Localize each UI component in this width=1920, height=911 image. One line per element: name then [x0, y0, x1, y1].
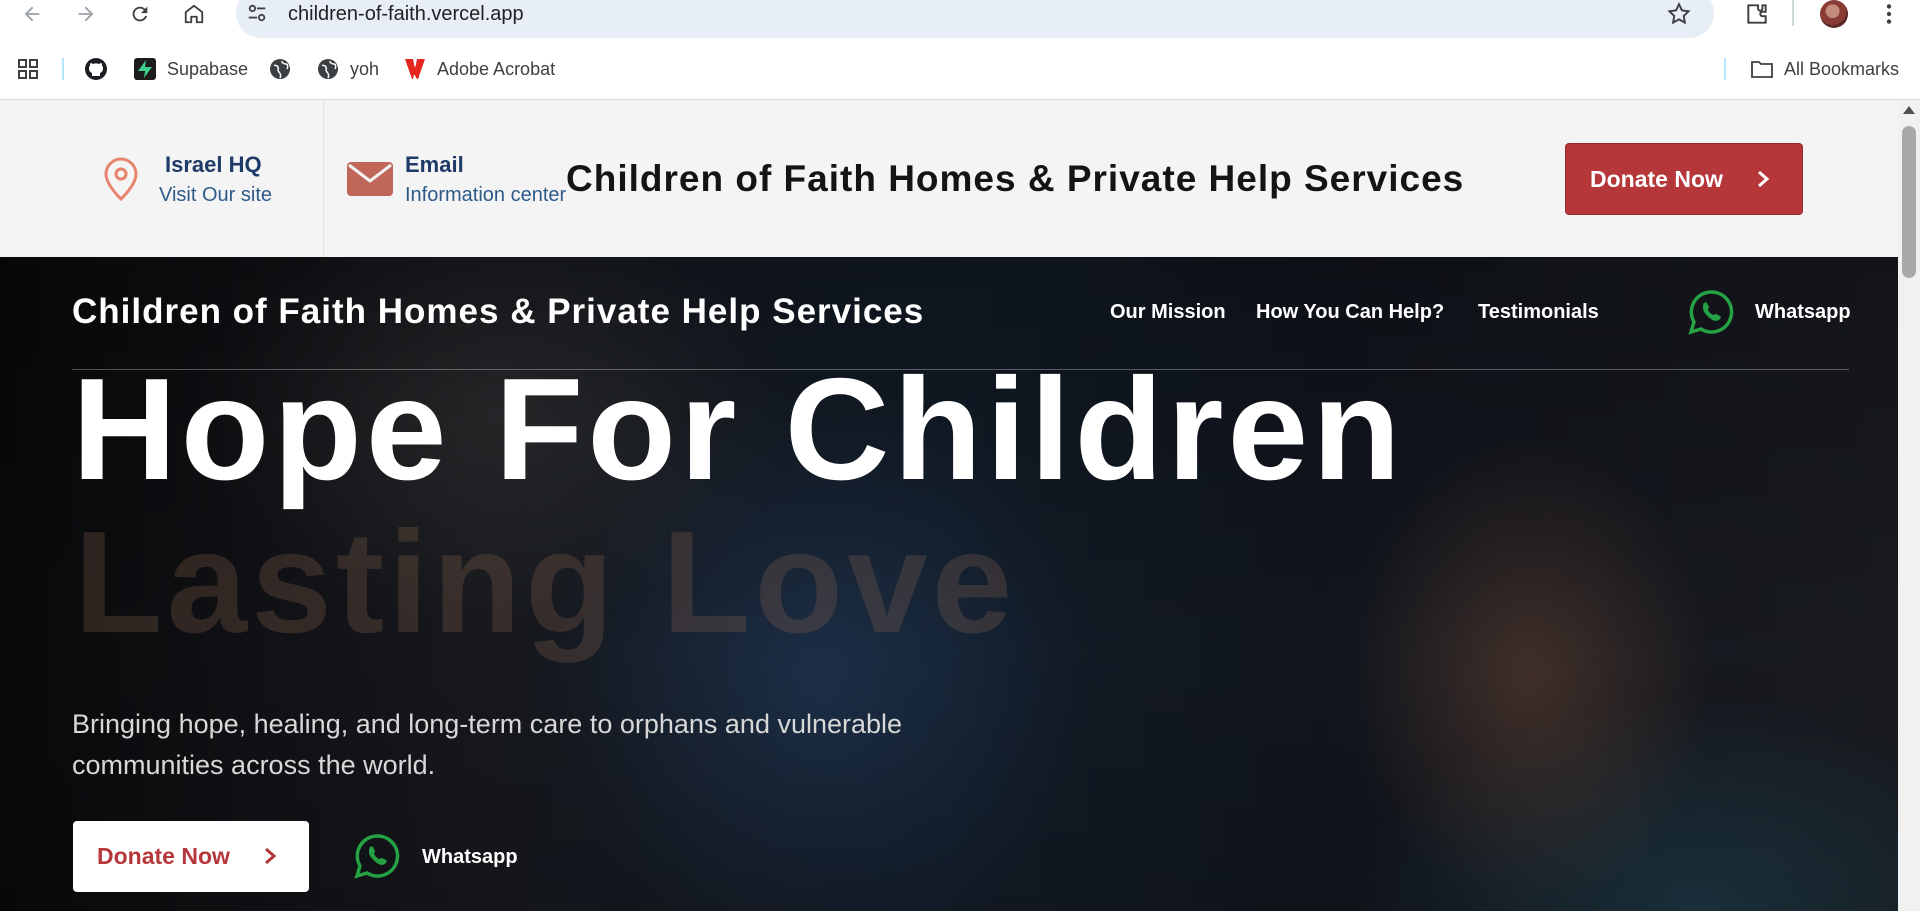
forward-icon[interactable] [66, 0, 106, 28]
reload-icon[interactable] [120, 0, 160, 28]
bookmark-star-icon[interactable] [1666, 1, 1692, 27]
chevron-right-icon [265, 847, 277, 865]
donate-label: Donate Now [97, 843, 230, 869]
hero-headline: Hope For Children [72, 348, 1405, 510]
bookmark-yoh[interactable]: yoh [316, 50, 379, 88]
scroll-up-icon[interactable] [1903, 106, 1915, 114]
bookmarks-bar: Supabase yoh Adobe Acrobat All Bookmarks [0, 50, 1920, 88]
bookmark-label: Adobe Acrobat [437, 58, 556, 79]
apps-grid-icon[interactable] [16, 50, 40, 88]
all-bookmarks-label: All Bookmarks [1784, 58, 1900, 79]
whatsapp-nav-link[interactable]: Whatsapp [1755, 301, 1851, 324]
topbar-divider [323, 100, 324, 257]
bookmarks-separator [62, 58, 64, 80]
donate-label: Donate Now [1590, 165, 1723, 192]
globe-icon [270, 59, 290, 79]
site-settings-icon[interactable] [246, 2, 268, 24]
scroll-thumb[interactable] [1902, 126, 1916, 278]
hero-section: Children of Faith Homes & Private Help S… [0, 257, 1898, 911]
hero-whatsapp-link[interactable]: Whatsapp [422, 846, 518, 869]
bookmark-label: Supabase [167, 58, 249, 79]
bookmark-label: yoh [350, 58, 380, 79]
bookmarks-separator [1724, 58, 1726, 80]
location-title: Israel HQ [165, 152, 262, 177]
profile-avatar[interactable] [1820, 0, 1848, 28]
visit-site-link[interactable]: Visit Our site [159, 184, 272, 207]
home-icon[interactable] [174, 0, 214, 28]
hero-brand-title[interactable]: Children of Faith Homes & Private Help S… [72, 292, 924, 332]
chrome-menu-icon[interactable] [1878, 1, 1900, 27]
supabase-icon [134, 58, 156, 80]
extensions-icon[interactable] [1744, 1, 1770, 27]
nav-how-you-can-help[interactable]: How You Can Help? [1256, 301, 1444, 324]
globe-icon [318, 59, 338, 79]
whatsapp-icon[interactable] [354, 833, 400, 879]
hero-headline-secondary: Lasting Love [74, 501, 1017, 663]
page-scrollbar[interactable] [1898, 100, 1920, 911]
folder-icon [1751, 61, 1773, 78]
chevron-right-icon [1758, 170, 1770, 188]
browser-toolbar: children-of-faith.vercel.app [0, 0, 1920, 40]
hero-donate-now-button[interactable]: Donate Now [73, 821, 309, 892]
topbar-brand-title: Children of Faith Homes & Private Help S… [566, 158, 1465, 199]
bookmark-supabase[interactable]: Supabase [133, 50, 248, 88]
back-icon[interactable] [12, 0, 52, 28]
email-title: Email [405, 152, 464, 177]
information-center-link[interactable]: Information center [405, 184, 566, 207]
github-icon [85, 58, 107, 80]
nav-our-mission[interactable]: Our Mission [1110, 301, 1226, 324]
donate-now-button[interactable]: Donate Now [1565, 143, 1803, 215]
mail-icon [347, 162, 393, 196]
nav-testimonials[interactable]: Testimonials [1478, 301, 1599, 324]
hero-description: Bringing hope, healing, and long-term ca… [72, 709, 903, 780]
bookmark-globe[interactable] [268, 50, 292, 88]
location-pin-icon [104, 157, 138, 202]
adobe-acrobat-icon [405, 59, 425, 79]
bookmark-adobe-acrobat[interactable]: Adobe Acrobat [403, 50, 555, 88]
all-bookmarks-button[interactable]: All Bookmarks [1750, 50, 1899, 88]
url-text[interactable]: children-of-faith.vercel.app [288, 2, 524, 26]
bookmark-github[interactable] [84, 50, 108, 88]
top-info-bar: Israel HQ Visit Our site Email Informati… [0, 100, 1898, 257]
toolbar-separator [1792, 0, 1794, 26]
whatsapp-icon[interactable] [1688, 289, 1734, 335]
